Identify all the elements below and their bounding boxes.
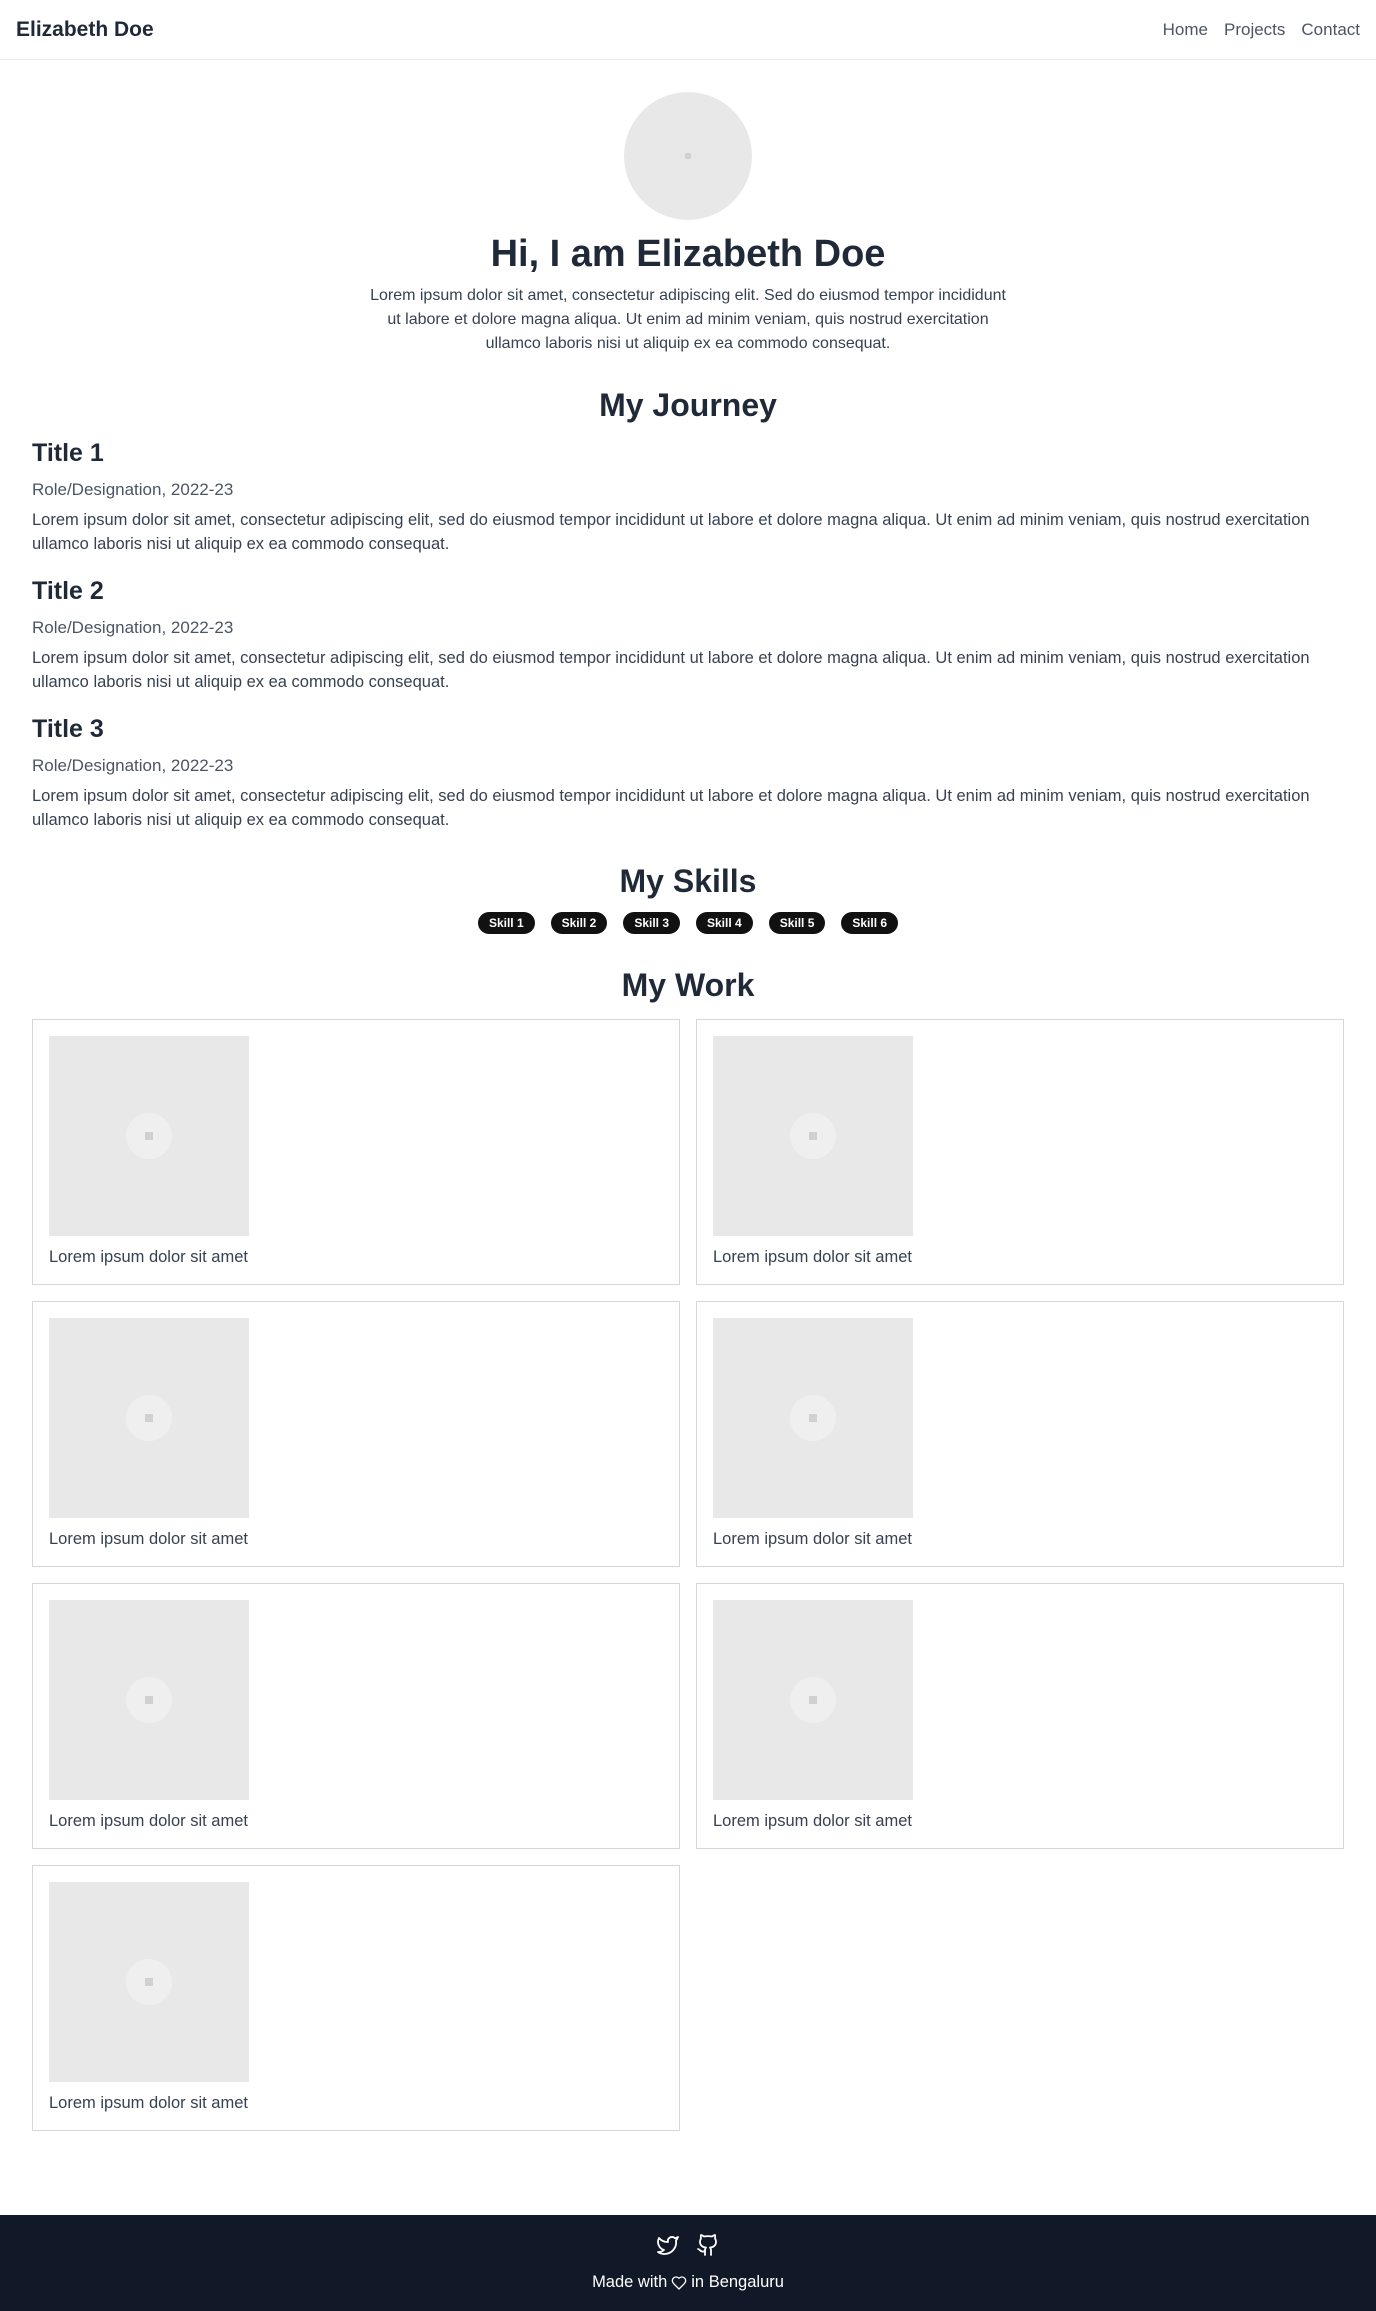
work-card-caption: Lorem ipsum dolor sit amet xyxy=(713,1811,912,1830)
skill-badge: Skill 5 xyxy=(768,912,826,935)
skill-badge: Skill 2 xyxy=(550,912,608,935)
work-card[interactable]: Lorem ipsum dolor sit amet xyxy=(696,1018,1344,1285)
work-card[interactable]: Lorem ipsum dolor sit amet xyxy=(32,1582,680,1849)
work-card-caption: Lorem ipsum dolor sit amet xyxy=(713,1247,912,1266)
footer-credit-prefix: Made with xyxy=(592,2273,668,2291)
navbar: Elizabeth Doe Home Projects Contact xyxy=(0,0,1376,60)
nav-link-home[interactable]: Home xyxy=(1163,20,1208,40)
image-placeholder-icon xyxy=(145,1413,153,1422)
work-card-caption: Lorem ipsum dolor sit amet xyxy=(49,2093,248,2112)
journey-entry-role: Role/Designation, 2022-23 xyxy=(32,755,234,775)
work-card-image xyxy=(713,1317,913,1518)
journey-entry-title: Title 3 xyxy=(32,714,104,743)
work-card-caption: Lorem ipsum dolor sit amet xyxy=(49,1247,248,1266)
hero-intro: Lorem ipsum dolor sit amet, consectetur … xyxy=(370,286,1006,352)
footer: Made with in Bengaluru xyxy=(0,2215,1376,2311)
work-card-image xyxy=(713,1035,913,1236)
brand-name[interactable]: Elizabeth Doe xyxy=(16,18,154,42)
skills-list: Skill 1 Skill 2 Skill 3 Skill 4 Skill 5 … xyxy=(0,912,1376,935)
nav-links: Home Projects Contact xyxy=(1163,20,1360,40)
work-card-image xyxy=(713,1599,913,1800)
work-card[interactable]: Lorem ipsum dolor sit amet xyxy=(696,1300,1344,1567)
skill-badge: Skill 6 xyxy=(841,912,899,935)
journey-entry-title: Title 2 xyxy=(32,576,104,605)
skill-badge: Skill 1 xyxy=(477,912,535,935)
work-grid: Lorem ipsum dolor sit amet Lorem ipsum d… xyxy=(0,1018,1376,2131)
work-card-caption: Lorem ipsum dolor sit amet xyxy=(49,1529,248,1548)
work-card-image xyxy=(49,1035,249,1236)
footer-credit-suffix: in Bengaluru xyxy=(691,2273,784,2291)
journey-section: Title 1 Role/Designation, 2022-23 Lorem … xyxy=(0,438,1376,832)
image-placeholder-icon xyxy=(145,1977,153,1986)
journey-heading: My Journey xyxy=(599,386,777,423)
hero-section: Hi, I am Elizabeth Doe Lorem ipsum dolor… xyxy=(0,92,1376,356)
work-heading: My Work xyxy=(621,967,755,1004)
journey-entry-role: Role/Designation, 2022-23 xyxy=(32,617,234,637)
work-card[interactable]: Lorem ipsum dolor sit amet xyxy=(32,1018,680,1285)
image-placeholder-icon xyxy=(809,1695,817,1704)
nav-link-projects[interactable]: Projects xyxy=(1224,20,1285,40)
journey-entry-text: Lorem ipsum dolor sit amet, consectetur … xyxy=(32,648,1310,691)
journey-entry-text: Lorem ipsum dolor sit amet, consectetur … xyxy=(32,510,1310,553)
heart-icon xyxy=(671,2275,687,2290)
twitter-icon[interactable] xyxy=(656,2233,680,2259)
skill-badge: Skill 3 xyxy=(623,912,680,935)
work-card-caption: Lorem ipsum dolor sit amet xyxy=(49,1811,248,1830)
work-card[interactable]: Lorem ipsum dolor sit amet xyxy=(696,1582,1344,1849)
image-placeholder-icon xyxy=(145,1695,153,1704)
github-icon[interactable] xyxy=(696,2233,720,2259)
nav-link-contact[interactable]: Contact xyxy=(1301,20,1360,40)
work-card-image xyxy=(49,1317,249,1518)
work-card[interactable]: Lorem ipsum dolor sit amet xyxy=(32,1864,680,2131)
work-card-image xyxy=(49,1599,249,1800)
image-placeholder-icon xyxy=(809,1131,817,1140)
footer-credit: Made with in Bengaluru xyxy=(0,2273,1376,2292)
journey-entry: Title 3 Role/Designation, 2022-23 Lorem … xyxy=(32,714,1344,832)
work-card-image xyxy=(49,1881,249,2082)
image-placeholder-icon xyxy=(145,1131,153,1140)
journey-entry-title: Title 1 xyxy=(32,438,104,467)
hero-title: Hi, I am Elizabeth Doe xyxy=(490,233,886,275)
journey-entry: Title 2 Role/Designation, 2022-23 Lorem … xyxy=(32,576,1344,694)
skill-badge: Skill 4 xyxy=(696,912,753,935)
journey-entry: Title 1 Role/Designation, 2022-23 Lorem … xyxy=(32,438,1344,556)
journey-entry-role: Role/Designation, 2022-23 xyxy=(32,479,234,499)
journey-entry-text: Lorem ipsum dolor sit amet, consectetur … xyxy=(32,786,1310,829)
avatar xyxy=(624,92,752,220)
footer-social-icons xyxy=(0,2233,1376,2259)
work-card-caption: Lorem ipsum dolor sit amet xyxy=(713,1529,912,1548)
image-placeholder-icon xyxy=(809,1413,817,1422)
skills-heading: My Skills xyxy=(619,862,757,899)
work-card[interactable]: Lorem ipsum dolor sit amet xyxy=(32,1300,680,1567)
image-placeholder-icon xyxy=(685,153,691,159)
